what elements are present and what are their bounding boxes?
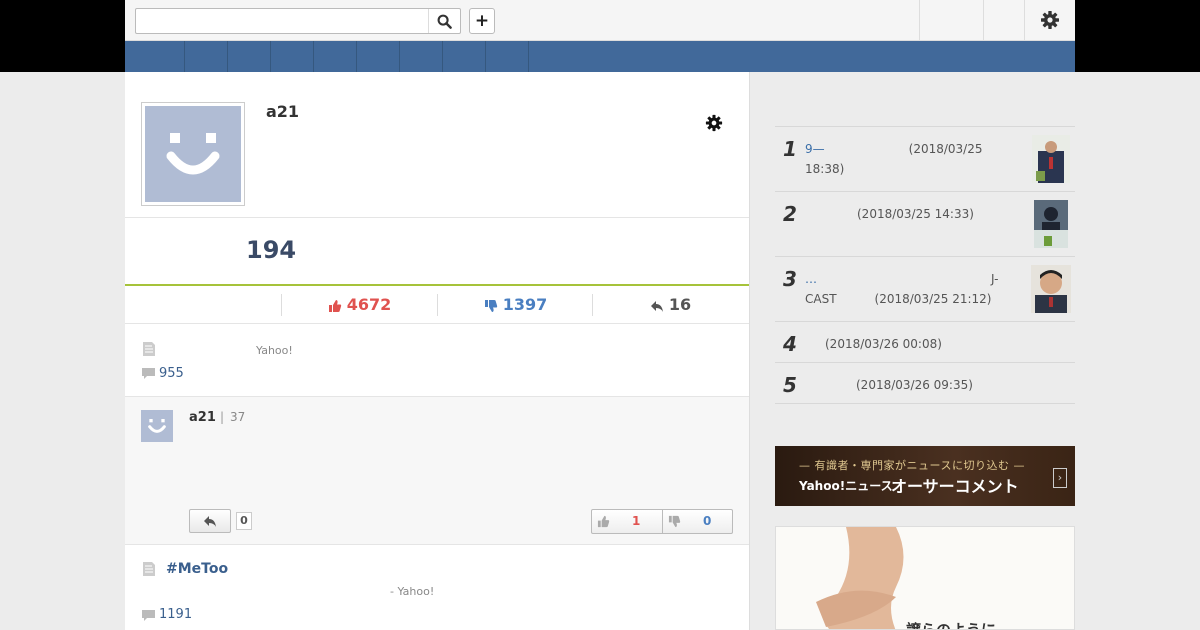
rank-date: (2018/03/25 21:12) — [874, 292, 992, 306]
reply-icon — [650, 300, 663, 312]
ranking-item[interactable]: 3 … J- CAST (2018/03/25 21:12) — [775, 256, 1075, 321]
rank-number: 3 — [783, 267, 797, 291]
nav-tab[interactable] — [486, 41, 529, 72]
comment-like-count: 1 — [632, 514, 641, 528]
news-thumbnail — [1034, 200, 1068, 248]
search-input[interactable] — [136, 9, 428, 33]
divider — [775, 403, 1075, 404]
reply-button[interactable] — [189, 509, 231, 533]
list-item[interactable]: Yahoo! 955 — [125, 325, 749, 397]
thumbs-up-icon — [328, 299, 341, 312]
profile-panel: a21 194 4672 1397 16 Yahoo! 955 a21 | 37… — [125, 72, 750, 630]
category-nav — [125, 41, 1075, 72]
advertisement[interactable]: 譲らのように — [775, 526, 1075, 630]
replies-stat[interactable]: 16 — [593, 294, 748, 316]
comment-username[interactable]: a21 — [189, 410, 216, 425]
comment-card: a21 | 37 0 1 0 — [125, 397, 749, 545]
profile-avatar — [141, 102, 245, 206]
rank-date: (2018/03/25 14:33) — [857, 207, 974, 221]
gear-icon — [1041, 11, 1059, 29]
comment-icon — [142, 610, 155, 621]
item-comment-count-2[interactable]: 1191 — [159, 607, 192, 622]
item-source-2: - Yahoo! — [390, 585, 435, 598]
ranking-item[interactable]: 1 9— (2018/03/25 18:38) — [775, 126, 1075, 191]
rank-date-cont: 18:38) — [805, 162, 845, 176]
nav-tab[interactable] — [443, 41, 486, 72]
toolbar-slot[interactable] — [920, 0, 983, 40]
comment-separator: | — [220, 410, 225, 424]
thumbs-up-icon — [597, 515, 610, 528]
dislikes-stat[interactable]: 1397 — [438, 294, 593, 316]
profile-username: a21 — [266, 102, 300, 121]
banner-next-icon[interactable]: › — [1053, 468, 1067, 488]
document-icon — [143, 342, 155, 356]
top-toolbar: + — [125, 0, 1075, 41]
nav-tab[interactable] — [228, 41, 271, 72]
author-comment-banner[interactable]: — 有識者・専門家がニュースに切り込む — Yahoo!ニュース オーサーコメン… — [775, 446, 1075, 506]
rank-number: 5 — [783, 373, 797, 397]
toolbar-divider — [1024, 0, 1025, 40]
avatar — [141, 410, 173, 442]
thumbs-down-icon — [668, 515, 681, 528]
comment-icon — [142, 368, 155, 379]
banner-subtitle: — 有識者・専門家がニュースに切り込む — — [799, 459, 1025, 472]
item-source: Yahoo! — [256, 344, 293, 357]
banner-brand: Yahoo!ニュース — [799, 479, 893, 493]
search-button[interactable] — [428, 9, 460, 33]
ranking-item[interactable]: 2 (2018/03/25 14:33) — [775, 191, 1075, 256]
comment-total: 194 — [246, 236, 297, 264]
thumbs-down-icon — [484, 299, 497, 312]
reply-count: 0 — [236, 512, 252, 530]
smiley-avatar-icon — [148, 419, 166, 433]
nav-tab[interactable] — [357, 41, 400, 72]
profile-settings-button[interactable] — [705, 114, 723, 132]
nav-tab[interactable] — [314, 41, 357, 72]
document-icon — [143, 562, 155, 576]
stats-bar: 4672 1397 16 — [125, 286, 749, 324]
settings-button[interactable] — [1040, 10, 1060, 30]
comment-dislike-count: 0 — [703, 514, 712, 528]
ranking-item[interactable]: 4 (2018/03/26 00:08) — [775, 321, 1075, 362]
news-thumbnail — [1032, 135, 1070, 183]
banner-title: オーサーコメント — [891, 477, 1019, 496]
nav-tab[interactable] — [271, 41, 314, 72]
rank-link[interactable]: 9— — [805, 142, 825, 156]
rank-number: 2 — [783, 202, 797, 226]
like-button[interactable]: 1 — [592, 510, 662, 533]
ranking-list: 1 9— (2018/03/25 18:38) 2 (2018/03/25 14:… — [775, 126, 1075, 403]
ad-text: 譲らのように — [906, 621, 997, 630]
gear-icon — [705, 114, 723, 132]
smiley-avatar-icon — [166, 133, 220, 175]
search-box — [135, 8, 461, 34]
toolbar-slot[interactable] — [984, 0, 1024, 40]
nav-tab[interactable] — [125, 41, 185, 72]
nav-tab[interactable] — [400, 41, 443, 72]
ranking-item[interactable]: 5 (2018/03/26 09:35) — [775, 362, 1075, 403]
item-comment-count[interactable]: 955 — [159, 366, 184, 381]
search-icon — [437, 14, 452, 29]
reply-icon — [204, 516, 216, 527]
nav-tab[interactable] — [185, 41, 228, 72]
rank-number: 4 — [783, 332, 797, 356]
ad-image — [776, 527, 1074, 629]
dislike-button[interactable]: 0 — [663, 510, 733, 533]
rank-date: (2018/03/26 00:08) — [825, 337, 942, 351]
list-item[interactable]: #MeToo - Yahoo! 1191 — [125, 545, 749, 630]
comment-number: 37 — [230, 410, 246, 424]
rank-date: (2018/03/26 09:35) — [856, 378, 973, 392]
vote-box: 1 0 — [591, 509, 733, 534]
divider — [125, 217, 749, 218]
news-thumbnail — [1031, 265, 1071, 313]
rank-source: J- — [991, 272, 999, 286]
likes-stat[interactable]: 4672 — [282, 294, 437, 316]
rank-date: (2018/03/25 — [908, 142, 983, 156]
add-button[interactable]: + — [469, 8, 495, 34]
rank-source-cont: CAST — [805, 292, 837, 306]
rank-number: 1 — [783, 137, 797, 161]
item-title[interactable]: #MeToo — [166, 561, 228, 577]
rank-link[interactable]: … — [805, 272, 817, 286]
